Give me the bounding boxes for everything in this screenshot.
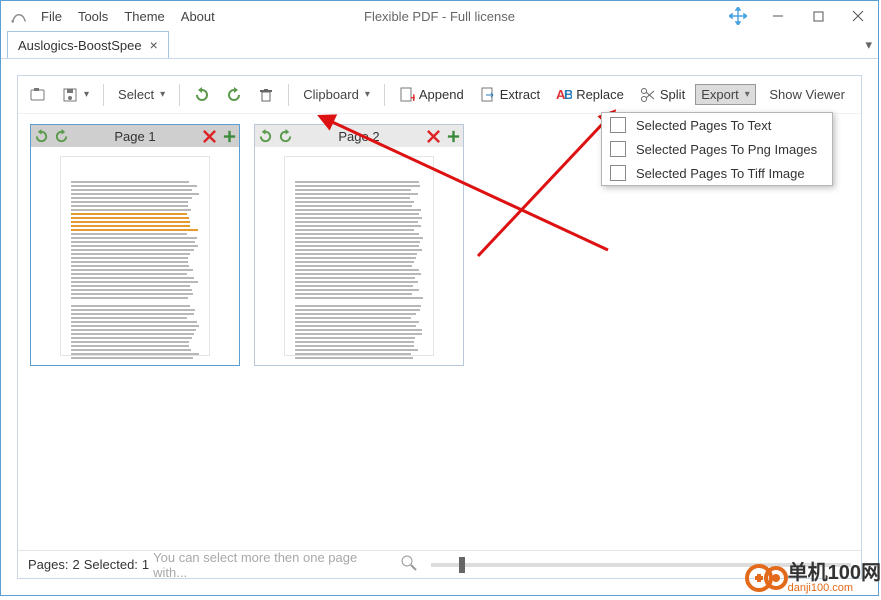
menu-item-label: Selected Pages To Png Images	[636, 142, 817, 157]
replace-button[interactable]: ABReplace	[550, 84, 630, 106]
status-selected-label: Selected:	[84, 557, 138, 572]
zoom-icon	[401, 555, 417, 574]
page-delete-icon[interactable]	[199, 126, 219, 146]
rotate-ccw-button[interactable]	[188, 84, 216, 106]
split-button[interactable]: Split	[634, 84, 691, 106]
move-window-icon[interactable]	[718, 1, 758, 31]
select-button[interactable]: Select	[112, 84, 171, 105]
tab-bar: Auslogics-BoostSpee × ▾	[1, 31, 878, 59]
main-panel: Select Clipboard +Append Extract ABRepla…	[17, 75, 862, 579]
status-selected-value: 1	[142, 557, 149, 572]
append-label: Append	[419, 87, 464, 102]
menu-bar: File Tools Theme About	[41, 9, 215, 24]
content-area: Select Clipboard +Append Extract ABRepla…	[1, 59, 878, 595]
window-controls	[718, 1, 878, 31]
rotate-cw-button[interactable]	[220, 84, 248, 106]
close-button[interactable]	[838, 1, 878, 31]
menu-about[interactable]: About	[181, 9, 215, 24]
watermark-text-en: danji100.com	[788, 583, 881, 594]
page-preview	[31, 147, 239, 365]
menu-item-label: Selected Pages To Text	[636, 118, 771, 133]
document-tab[interactable]: Auslogics-BoostSpee ×	[7, 31, 169, 58]
toolbar-separator	[179, 84, 180, 106]
toolbar-separator	[384, 84, 385, 106]
clipboard-button[interactable]: Clipboard	[297, 84, 376, 105]
extract-label: Extract	[500, 87, 540, 102]
watermark-text-cn: 单机100网	[788, 563, 881, 583]
save-button[interactable]	[56, 84, 95, 106]
watermark: 单机100网danji100.com	[744, 556, 881, 600]
page-content	[60, 156, 210, 356]
app-logo-icon	[9, 6, 29, 26]
png-file-icon	[610, 141, 626, 157]
status-pages-value: 2	[72, 557, 79, 572]
thumbnail-header: Page 1	[31, 125, 239, 147]
maximize-button[interactable]	[798, 1, 838, 31]
tab-label: Auslogics-BoostSpee	[18, 38, 142, 53]
window-title: Flexible PDF - Full license	[364, 9, 515, 24]
split-label: Split	[660, 87, 685, 102]
svg-text:B: B	[564, 87, 572, 102]
export-to-text[interactable]: Selected Pages To Text	[602, 113, 832, 137]
status-hint: You can select more then one page with..…	[153, 550, 391, 580]
page-add-icon[interactable]	[219, 126, 239, 146]
export-to-tiff[interactable]: Selected Pages To Tiff Image	[602, 161, 832, 185]
extract-button[interactable]: Extract	[474, 84, 546, 106]
page-rotate-cw-icon[interactable]	[51, 126, 71, 146]
page-rotate-ccw-icon[interactable]	[31, 126, 51, 146]
export-button[interactable]: Export	[695, 84, 756, 105]
page-rotate-ccw-icon[interactable]	[255, 126, 275, 146]
toolbar-separator	[103, 84, 104, 106]
show-viewer-button[interactable]: Show Viewer	[769, 87, 855, 102]
tiff-file-icon	[610, 165, 626, 181]
replace-label: Replace	[576, 87, 624, 102]
minimize-button[interactable]	[758, 1, 798, 31]
append-button[interactable]: + Append	[393, 84, 470, 106]
export-dropdown-menu: Selected Pages To Text Selected Pages To…	[601, 112, 833, 186]
export-to-png[interactable]: Selected Pages To Png Images	[602, 137, 832, 161]
page-title: Page 1	[71, 129, 199, 144]
titlebar: File Tools Theme About Flexible PDF - Fu…	[1, 1, 878, 31]
page-thumbnail-1[interactable]: Page 1	[30, 124, 240, 366]
menu-item-label: Selected Pages To Tiff Image	[636, 166, 805, 181]
tab-close-icon[interactable]: ×	[150, 37, 158, 53]
svg-text:+: +	[410, 90, 415, 103]
menu-theme[interactable]: Theme	[124, 9, 164, 24]
tab-list-dropdown[interactable]: ▾	[865, 37, 872, 53]
toolbar: Select Clipboard +Append Extract ABRepla…	[18, 76, 861, 114]
page-rotate-cw-icon[interactable]	[275, 126, 295, 146]
slider-knob[interactable]	[459, 557, 465, 573]
menu-file[interactable]: File	[41, 9, 62, 24]
menu-tools[interactable]: Tools	[78, 9, 108, 24]
text-file-icon	[610, 117, 626, 133]
status-pages-label: Pages:	[28, 557, 68, 572]
open-button[interactable]	[24, 84, 52, 106]
toolbar-separator	[288, 84, 289, 106]
status-bar: Pages: 2 Selected: 1 You can select more…	[18, 550, 861, 578]
app-window: File Tools Theme About Flexible PDF - Fu…	[0, 0, 879, 596]
delete-button[interactable]	[252, 84, 280, 106]
